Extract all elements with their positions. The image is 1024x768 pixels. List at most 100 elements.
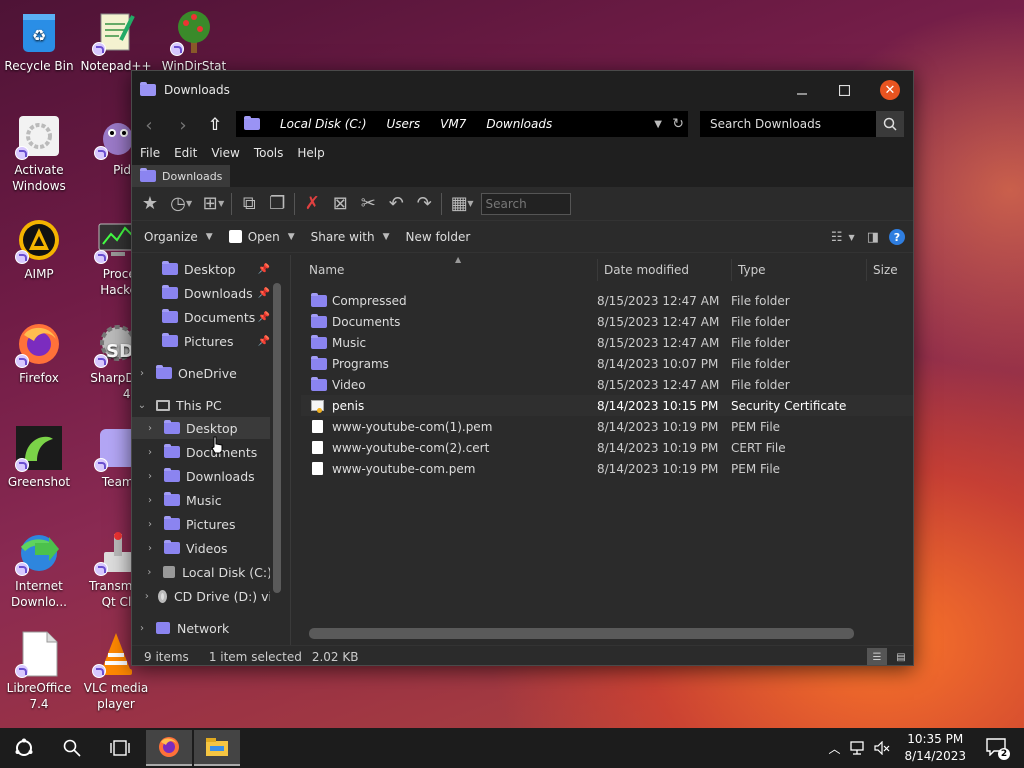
nav-quick-desktop[interactable]: Desktop 📌 [132,258,272,280]
organize-button[interactable]: Organize ▼ [144,230,213,244]
table-row[interactable]: Compressed 8/15/2023 12:47 AM File folder [301,290,913,311]
chevron-right-icon[interactable]: › [144,423,156,434]
up-button[interactable]: ⇧ [200,115,230,135]
share-with-button[interactable]: Share with ▼ [311,230,390,244]
column-header-size[interactable]: Size [867,259,913,281]
favorites-button[interactable]: ★ [136,191,164,217]
undo-button[interactable]: ↶ [382,191,410,217]
copy-to-button[interactable]: ⧉ [235,191,263,217]
nav-cd-drive[interactable]: › CD Drive (D:) vi [132,585,272,607]
forward-button[interactable]: › [166,115,200,136]
table-row-selected[interactable]: penis 8/14/2023 10:15 PM Security Certific… [301,395,913,416]
breadcrumb-vm7[interactable]: VM7 [440,117,466,131]
chevron-down-icon[interactable]: ▼ [467,199,473,208]
nav-this-pc[interactable]: ⌄ This PC [132,394,272,416]
table-row[interactable]: Programs 8/14/2023 10:07 PM File folder [301,353,913,374]
taskbar-search-button[interactable] [48,728,96,768]
nav-pc-downloads[interactable]: › Downloads [132,465,272,487]
table-row[interactable]: Video 8/15/2023 12:47 AM File folder [301,374,913,395]
menu-tools[interactable]: Tools [254,146,284,160]
chevron-right-icon[interactable]: › [144,543,156,554]
back-button[interactable]: ‹ [132,115,166,136]
chevron-right-icon[interactable]: › [136,368,148,379]
horizontal-scrollbar[interactable] [309,625,913,641]
nav-pc-desktop[interactable]: › Desktop [132,417,272,439]
address-bar[interactable]: Local Disk (C:) Users VM7 Downloads ▼ ↻ [236,111,688,137]
delete-button[interactable]: ✗ [298,191,326,217]
nav-pc-pictures[interactable]: › Pictures [132,513,272,535]
table-row[interactable]: www-youtube-com.pem 8/14/2023 10:19 PM PEM… [301,458,913,479]
desktop-icon-aimp[interactable]: AIMP [1,216,77,282]
nav-scrollbar-thumb[interactable] [273,283,281,593]
menu-edit[interactable]: Edit [174,146,197,160]
chevron-up-icon[interactable]: ︿ [828,740,840,757]
nav-quick-downloads[interactable]: Downloads 📌 [132,282,272,304]
desktop-icon-internet-download-manager[interactable]: Internet Downlo... [1,528,77,610]
notifications-button[interactable]: 2 [986,738,1010,760]
delete-permanently-button[interactable]: ⊠ [326,191,354,217]
column-header-date-modified[interactable]: Date modified [598,259,732,281]
chevron-right-icon[interactable]: › [144,567,155,578]
close-button[interactable]: ✕ [867,71,913,109]
taskbar-file-explorer[interactable] [194,730,240,766]
chevron-down-icon[interactable]: ▼ [218,199,224,208]
task-view-button[interactable] [96,728,144,768]
desktop-icon-notepad-plus-plus[interactable]: Notepad++ [78,8,154,74]
desktop-icon-greenshot[interactable]: Greenshot [1,424,77,490]
chevron-down-icon[interactable]: ▼ [186,199,192,208]
breadcrumb-users[interactable]: Users [387,117,421,131]
network-icon[interactable] [850,741,866,755]
menu-help[interactable]: Help [297,146,324,160]
nav-onedrive[interactable]: › OneDrive [132,362,272,384]
tab-downloads[interactable]: Downloads [132,165,231,187]
title-bar[interactable]: Downloads ✕ [132,71,913,109]
minimize-button[interactable] [779,71,825,109]
desktop-icon-recycle-bin[interactable]: ♻ Recycle Bin [1,8,77,74]
column-header-type[interactable]: Type [732,259,867,281]
search-button[interactable] [876,111,904,137]
search-input[interactable]: Search Downloads [700,111,876,137]
table-row[interactable]: Documents 8/15/2023 12:47 AM File folder [301,311,913,332]
desktop-icon-windirstat[interactable]: WinDirStat [156,8,232,74]
horizontal-scrollbar-thumb[interactable] [309,628,854,639]
nav-quick-pictures[interactable]: Pictures 📌 [132,330,272,352]
open-button[interactable]: Open ▼ [228,230,295,244]
cut-button[interactable]: ✂ [354,191,382,217]
breadcrumb-downloads[interactable]: Downloads [486,117,552,131]
chevron-right-icon[interactable]: › [144,447,156,458]
nav-scrollbar[interactable] [270,255,284,645]
chevron-right-icon[interactable]: › [144,495,156,506]
chevron-down-icon[interactable]: ▼ [654,119,662,130]
chevron-right-icon[interactable]: › [136,623,148,634]
chevron-down-icon[interactable]: ▼ [849,233,855,242]
breadcrumb-local-disk[interactable]: Local Disk (C:) [280,117,367,131]
nav-pc-documents[interactable]: › Documents [132,441,272,463]
column-header-name[interactable]: Name ▲ [303,255,598,281]
preview-pane-icon[interactable]: ◨ [867,230,879,245]
clock[interactable]: 10:35 PM 8/14/2023 [904,731,966,765]
desktop-icon-activate-windows[interactable]: Activate Windows [1,112,77,194]
table-row[interactable]: Music 8/15/2023 12:47 AM File folder [301,332,913,353]
nav-pc-videos[interactable]: › Videos [132,537,272,559]
chevron-right-icon[interactable]: › [144,591,150,602]
taskbar-firefox[interactable] [146,730,192,766]
menu-file[interactable]: File [140,146,160,160]
large-icons-view-button[interactable]: ▤ [891,648,911,665]
start-button[interactable] [0,728,48,768]
volume-muted-icon[interactable] [874,741,890,755]
table-row[interactable]: www-youtube-com(2).cert 8/14/2023 10:19 P… [301,437,913,458]
desktop-icon-firefox[interactable]: Firefox [1,320,77,386]
details-view-button[interactable]: ☰ [867,648,887,665]
desktop-icon-libreoffice[interactable]: LibreOffice 7.4 [1,630,77,712]
nav-quick-documents[interactable]: Documents 📌 [132,306,272,328]
help-icon[interactable]: ? [889,229,905,245]
move-to-button[interactable]: ❐ [263,191,291,217]
nav-pc-music[interactable]: › Music [132,489,272,511]
chevron-right-icon[interactable]: › [144,519,156,530]
menu-view[interactable]: View [211,146,239,160]
redo-button[interactable]: ↷ [410,191,438,217]
nav-local-disk[interactable]: › Local Disk (C:) [132,561,272,583]
new-folder-button[interactable]: New folder [406,230,471,244]
toolbar-search-input[interactable]: Search [481,192,572,215]
nav-network[interactable]: › Network [132,617,272,639]
